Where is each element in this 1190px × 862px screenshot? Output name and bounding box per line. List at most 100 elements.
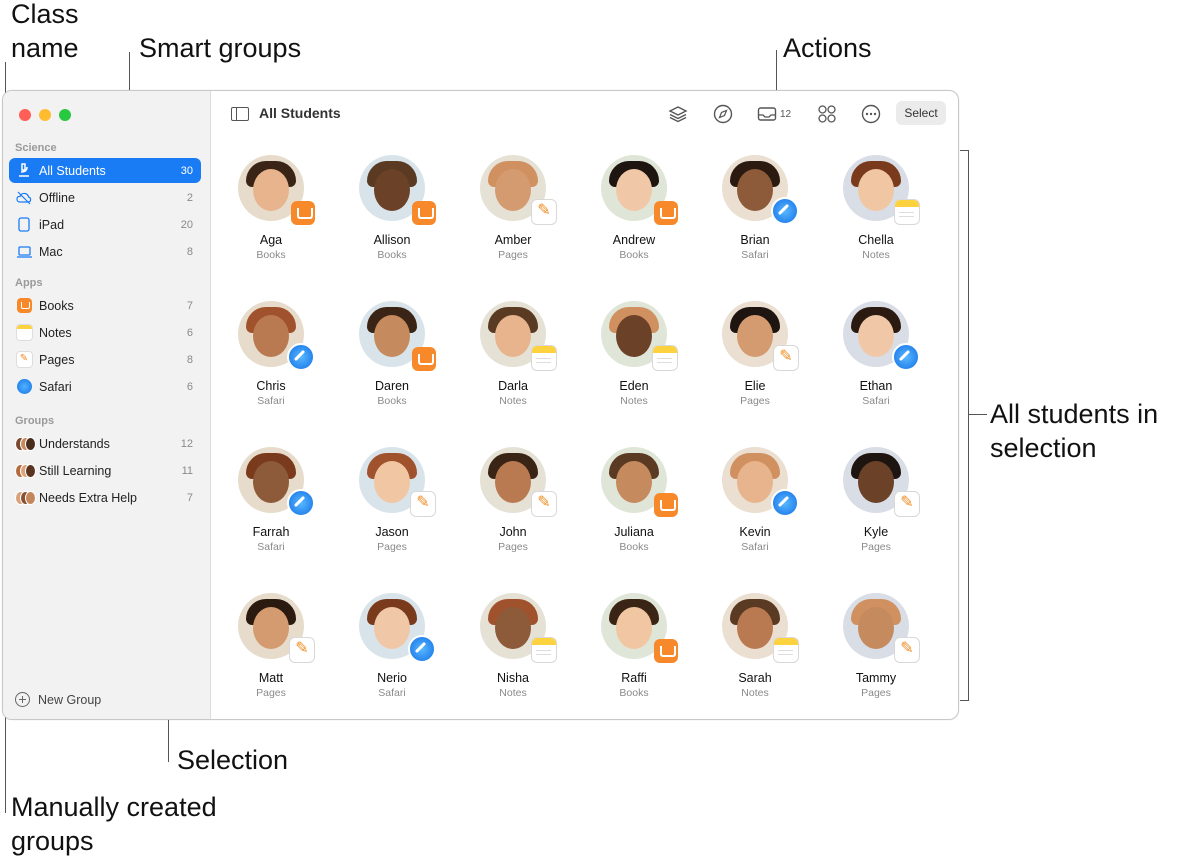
student-current-app: Safari bbox=[378, 687, 406, 699]
student-tile[interactable]: Farrah Safari bbox=[216, 447, 326, 553]
student-tile[interactable]: Darla Notes bbox=[458, 301, 568, 407]
sidebar-item-safari[interactable]: Safari 6 bbox=[9, 374, 201, 399]
new-group-label: New Group bbox=[38, 692, 102, 707]
student-tile[interactable]: ✎ John Pages bbox=[458, 447, 568, 553]
inbox-icon[interactable]: 12 bbox=[757, 103, 791, 125]
student-photo bbox=[722, 593, 799, 663]
sidebar-toggle-icon[interactable] bbox=[231, 107, 249, 121]
books-app-icon bbox=[15, 297, 33, 315]
sidebar-item-notes[interactable]: Notes 6 bbox=[9, 320, 201, 345]
student-current-app: Books bbox=[377, 249, 407, 261]
student-current-app: Safari bbox=[741, 249, 769, 261]
student-tile[interactable]: ✎ Tammy Pages bbox=[821, 593, 931, 699]
sidebar-item-count: 6 bbox=[186, 326, 193, 339]
pages-app-icon: ✎ bbox=[531, 199, 557, 225]
sidebar-item-label: Books bbox=[39, 298, 74, 313]
offline-cloud-icon bbox=[15, 189, 33, 207]
student-tile[interactable]: Chris Safari bbox=[216, 301, 326, 407]
books-app-icon bbox=[412, 347, 436, 371]
student-current-app: Notes bbox=[620, 395, 648, 407]
student-name: Elie bbox=[744, 379, 766, 393]
student-photo bbox=[601, 301, 678, 371]
student-name: Aga bbox=[259, 233, 283, 247]
window-title: All Students bbox=[259, 105, 341, 121]
student-current-app: Pages bbox=[377, 541, 407, 553]
group-avatars-icon bbox=[15, 462, 36, 480]
safari-app-icon bbox=[408, 635, 436, 663]
student-tile[interactable]: Eden Notes bbox=[579, 301, 689, 407]
compass-icon[interactable] bbox=[713, 103, 733, 125]
student-current-app: Safari bbox=[257, 395, 285, 407]
student-tile[interactable]: Juliana Books bbox=[579, 447, 689, 553]
student-tile[interactable]: Kevin Safari bbox=[700, 447, 810, 553]
student-photo bbox=[722, 447, 799, 517]
sidebar-item-pages[interactable]: ✎ Pages 8 bbox=[9, 347, 201, 372]
sidebar-item-ipad[interactable]: iPad 20 bbox=[9, 212, 201, 237]
student-current-app: Pages bbox=[861, 687, 891, 699]
student-tile[interactable]: ✎ Amber Pages bbox=[458, 155, 568, 261]
student-tile[interactable]: Nerio Safari bbox=[337, 593, 447, 699]
student-tile[interactable]: ✎ Matt Pages bbox=[216, 593, 326, 699]
sidebar-item-offline[interactable]: Offline 2 bbox=[9, 185, 201, 210]
student-tile[interactable]: Andrew Books bbox=[579, 155, 689, 261]
sidebar-item-label: iPad bbox=[39, 217, 65, 232]
student-photo: ✎ bbox=[480, 155, 557, 225]
close-window-button[interactable] bbox=[19, 109, 31, 121]
books-app-icon bbox=[654, 493, 678, 517]
sidebar-item-count: 12 bbox=[180, 437, 193, 450]
sidebar-item-count: 6 bbox=[186, 380, 193, 393]
pages-app-icon: ✎ bbox=[773, 345, 799, 371]
student-tile[interactable]: Ethan Safari bbox=[821, 301, 931, 407]
class-name-title: Science bbox=[15, 142, 57, 154]
books-app-icon bbox=[291, 201, 315, 225]
student-tile[interactable]: Chella Notes bbox=[821, 155, 931, 261]
more-options-icon[interactable] bbox=[861, 103, 881, 125]
ipad-icon bbox=[15, 216, 33, 234]
sidebar-item-needs-extra-help[interactable]: Needs Extra Help 7 bbox=[9, 485, 201, 510]
student-tile[interactable]: Daren Books bbox=[337, 301, 447, 407]
student-tile[interactable]: Raffi Books bbox=[579, 593, 689, 699]
group-avatars-icon bbox=[15, 435, 36, 453]
student-photo bbox=[238, 447, 315, 517]
student-name: Tammy bbox=[855, 671, 897, 685]
student-photo: ✎ bbox=[359, 447, 436, 517]
sidebar-item-label: Needs Extra Help bbox=[39, 490, 137, 505]
student-tile[interactable]: Allison Books bbox=[337, 155, 447, 261]
sidebar-item-all-students[interactable]: All Students 30 bbox=[9, 158, 201, 183]
student-photo: ✎ bbox=[843, 447, 920, 517]
sidebar-item-label: Mac bbox=[39, 244, 63, 259]
safari-app-icon bbox=[892, 343, 920, 371]
student-tile[interactable]: Aga Books bbox=[216, 155, 326, 261]
student-tile[interactable]: Nisha Notes bbox=[458, 593, 568, 699]
student-tile[interactable]: ✎ Elie Pages bbox=[700, 301, 810, 407]
pages-app-icon: ✎ bbox=[410, 491, 436, 517]
student-current-app: Books bbox=[619, 687, 649, 699]
sidebar-item-still-learning[interactable]: Still Learning 11 bbox=[9, 458, 201, 483]
student-tile[interactable]: Brian Safari bbox=[700, 155, 810, 261]
select-button[interactable]: Select bbox=[896, 101, 946, 125]
sidebar-item-mac[interactable]: Mac 8 bbox=[9, 239, 201, 264]
sidebar-item-label: Understands bbox=[39, 436, 110, 451]
student-tile[interactable]: ✎ Jason Pages bbox=[337, 447, 447, 553]
student-name: John bbox=[499, 525, 527, 539]
minimize-window-button[interactable] bbox=[39, 109, 51, 121]
student-tile[interactable]: Sarah Notes bbox=[700, 593, 810, 699]
student-name: Amber bbox=[494, 233, 532, 247]
student-name: Chella bbox=[858, 233, 894, 247]
sidebar-item-books[interactable]: Books 7 bbox=[9, 293, 201, 318]
student-name: Nisha bbox=[497, 671, 529, 685]
safari-app-icon bbox=[15, 378, 33, 396]
zoom-window-button[interactable] bbox=[59, 109, 71, 121]
pages-app-icon: ✎ bbox=[15, 351, 33, 369]
notes-app-icon bbox=[894, 199, 920, 225]
pages-app-icon: ✎ bbox=[894, 637, 920, 663]
layers-icon[interactable] bbox=[668, 103, 688, 125]
grid-view-icon[interactable] bbox=[817, 103, 837, 125]
new-group-button[interactable]: New Group bbox=[15, 692, 101, 707]
sidebar-item-understands[interactable]: Understands 12 bbox=[9, 431, 201, 456]
groups-section-title: Groups bbox=[15, 415, 55, 427]
student-photo bbox=[238, 301, 315, 371]
sidebar-item-count: 8 bbox=[186, 353, 193, 366]
student-tile[interactable]: ✎ Kyle Pages bbox=[821, 447, 931, 553]
student-name: Chris bbox=[256, 379, 286, 393]
